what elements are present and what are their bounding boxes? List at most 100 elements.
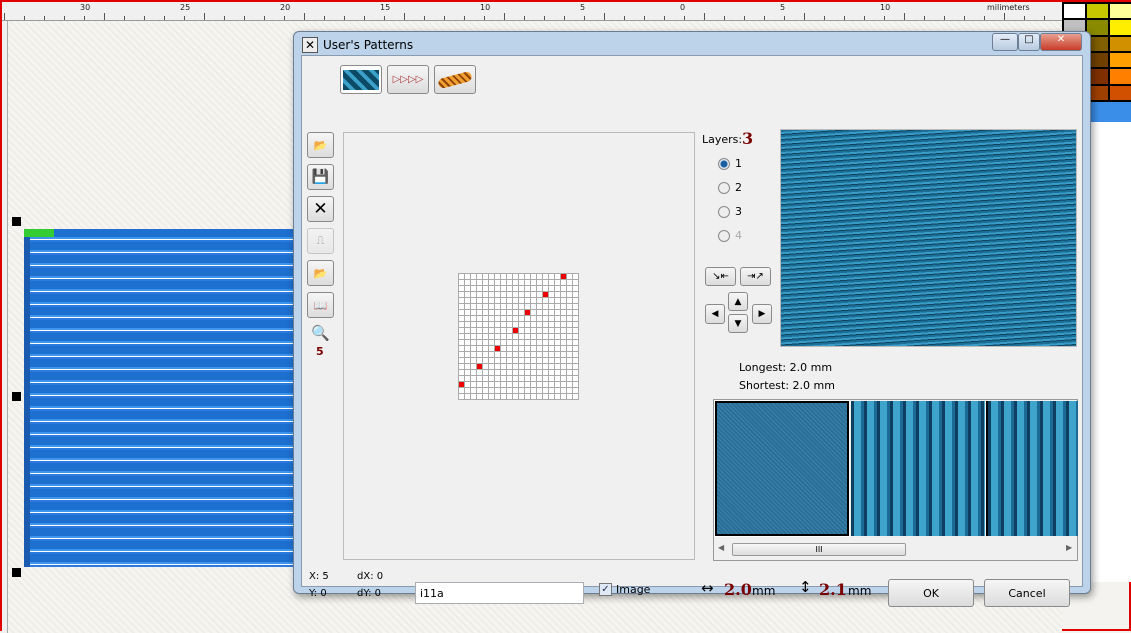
move-left-button[interactable]: ◀ (705, 304, 725, 324)
gallery-item-selected[interactable] (714, 400, 850, 537)
resize-handle[interactable] (12, 392, 21, 401)
grid-cell[interactable] (573, 394, 579, 400)
ruler-tick (164, 16, 165, 20)
ruler-tick (24, 16, 25, 20)
triangles-icon: ▷▷▷▷ (392, 74, 424, 85)
ruler-tick (464, 16, 465, 20)
cancel-button[interactable]: Cancel (984, 579, 1070, 607)
disabled-tool-button[interactable]: ⎍ (307, 228, 334, 254)
delete-button[interactable]: ✕ (307, 196, 334, 222)
ruler-tick (604, 13, 605, 20)
ruler-label: 15 (380, 3, 391, 12)
palette-swatch[interactable] (1110, 85, 1131, 100)
resize-handle[interactable] (12, 217, 21, 226)
dx-coord: dX: 0 (357, 571, 384, 582)
resize-handle[interactable] (12, 568, 21, 577)
ruler-tick (44, 16, 45, 20)
shift-right-button[interactable]: ⇥↗ (740, 267, 771, 286)
open-button[interactable]: 📂 (307, 132, 334, 158)
ruler-tick (184, 16, 185, 20)
ruler-tick (864, 16, 865, 20)
ruler-tick (784, 16, 785, 20)
maximize-button[interactable]: □ (1018, 33, 1040, 51)
import-button[interactable]: 📂 (307, 260, 334, 286)
layer-radio-3[interactable]: 3 (718, 205, 742, 218)
tab-pattern-fill[interactable] (340, 65, 382, 94)
ruler-unit: milimeters (987, 3, 1030, 12)
rope-icon (437, 70, 473, 89)
palette-swatch[interactable] (1110, 20, 1131, 35)
floppy-icon: 💾 (311, 169, 330, 185)
close-button[interactable]: ✕ (1040, 33, 1082, 51)
embroidery-object[interactable] (24, 229, 297, 567)
shift-right-icon: ⇥↗ (747, 271, 764, 282)
ruler-tick (1024, 16, 1025, 20)
x-coord: X: 5 (309, 571, 329, 582)
gallery-item[interactable] (851, 401, 985, 536)
ruler-tick (924, 16, 925, 20)
width-value: 2.0 (724, 580, 752, 599)
ruler-tick (424, 16, 425, 20)
scroll-left-icon[interactable]: ◀ (718, 543, 724, 552)
move-right-button[interactable]: ▶ (752, 304, 772, 324)
height-value: 2.1 (819, 580, 847, 599)
ruler-tick (964, 16, 965, 20)
move-down-button[interactable]: ▼ (728, 314, 748, 333)
dialog-body: ▷▷▷▷ 📂 💾 ✕ ⎍ 📂 📖 🔍 5 Layers: 3 1 2 3 4 ↘⇤ ⇥… (301, 55, 1083, 607)
save-button[interactable]: 💾 (307, 164, 334, 190)
palette-swatch[interactable] (1087, 20, 1108, 35)
pattern-editor[interactable] (343, 132, 695, 560)
ruler-tick (844, 16, 845, 20)
arrow-down-icon: ▼ (734, 318, 742, 329)
layer-radio-4[interactable]: 4 (718, 229, 742, 242)
layer-radio-2[interactable]: 2 (718, 181, 742, 194)
radio-dot[interactable] (718, 205, 730, 218)
arrow-up-icon: ▲ (734, 296, 742, 307)
pattern-gallery[interactable]: ◀ III ▶ (713, 399, 1078, 561)
ruler-tick (64, 16, 65, 20)
width-unit: mm (752, 584, 776, 598)
ruler-tick (1044, 16, 1045, 20)
move-up-button[interactable]: ▲ (728, 292, 748, 311)
pattern-grid[interactable] (458, 273, 579, 400)
pattern-name-input[interactable] (415, 582, 584, 604)
palette-swatch[interactable] (1110, 52, 1131, 68)
palette-swatch[interactable] (1110, 4, 1131, 19)
scrollbar-thumb[interactable]: III (732, 543, 906, 556)
users-patterns-dialog: ✕ User's Patterns — □ ✕ ▷▷▷▷ 📂 💾 ✕ ⎍ 📂 📖… (293, 31, 1091, 607)
zoom-icon[interactable]: 🔍 (311, 324, 330, 342)
ruler-tick (984, 16, 985, 20)
radio-dot[interactable] (718, 229, 730, 242)
scroll-right-icon[interactable]: ▶ (1066, 543, 1072, 552)
ruler-tick (564, 16, 565, 20)
palette-swatch[interactable] (1087, 4, 1108, 19)
tab-motif-line[interactable]: ▷▷▷▷ (387, 65, 429, 94)
ruler-tick (444, 16, 445, 20)
shift-left-button[interactable]: ↘⇤ (705, 267, 736, 286)
image-checkbox[interactable]: ✓ (599, 583, 612, 596)
gallery-item[interactable] (986, 401, 1078, 536)
ruler-tick (244, 16, 245, 20)
palette-swatch[interactable] (1064, 4, 1085, 19)
ruler-tick (724, 16, 725, 20)
gallery-scrollbar[interactable]: ◀ III ▶ (714, 541, 1077, 559)
ok-button[interactable]: OK (888, 579, 974, 607)
radio-dot[interactable] (718, 157, 730, 170)
ruler-tick (204, 13, 205, 20)
palette-swatch[interactable] (1110, 36, 1131, 51)
ruler-tick (364, 16, 365, 20)
horizontal-arrow-icon: ↔ (701, 579, 714, 597)
tab-rope[interactable] (434, 65, 476, 94)
arrow-left-icon: ◀ (711, 309, 719, 319)
minimize-button[interactable]: — (992, 33, 1018, 51)
ruler-tick (524, 16, 525, 20)
ruler-label: 0 (680, 3, 686, 12)
layer-radio-1[interactable]: 1 (718, 157, 742, 170)
radio-dot[interactable] (718, 181, 730, 194)
longest-stitch: Longest: 2.0 mm (739, 361, 833, 374)
library-button[interactable]: 📖 (307, 292, 334, 318)
palette-swatch[interactable] (1110, 69, 1131, 84)
dy-coord: dY: 0 (357, 588, 382, 599)
x-icon: ✕ (313, 199, 328, 219)
ruler-tick (684, 16, 685, 20)
